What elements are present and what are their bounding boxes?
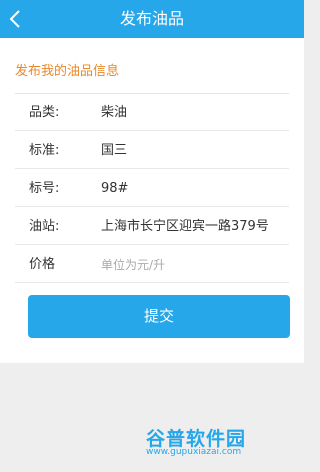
- section-title: 发布我的油品信息: [15, 64, 120, 79]
- grade-value[interactable]: 98#: [101, 170, 128, 207]
- category-value[interactable]: 柴油: [101, 94, 127, 131]
- watermark-logo: 谷普软件园 www.gupuxiazai.com: [146, 424, 296, 460]
- page-title: 发布油品: [119, 9, 184, 28]
- top-nav-bar: 发布油品: [0, 0, 304, 38]
- field-row-category[interactable]: 品类: 柴油: [15, 94, 289, 131]
- field-label: 标号:: [29, 181, 60, 196]
- field-row-price[interactable]: 价格: [15, 246, 289, 283]
- field-label: 标准:: [29, 143, 60, 158]
- form-panel: 发布我的油品信息 品类: 柴油 标准: 国三 标号: 98# 油站: 上海市长宁…: [0, 38, 304, 363]
- field-label: 价格: [29, 257, 56, 272]
- standard-value[interactable]: 国三: [101, 132, 127, 169]
- field-row-station[interactable]: 油站: 上海市长宁区迎宾一路379号: [15, 208, 289, 245]
- field-row-standard[interactable]: 标准: 国三: [15, 132, 289, 169]
- field-label: 品类:: [29, 105, 60, 120]
- submit-button[interactable]: 提交: [28, 295, 290, 338]
- field-row-grade[interactable]: 标号: 98#: [15, 170, 289, 207]
- price-input[interactable]: [101, 254, 281, 276]
- watermark-url: www.gupuxiazai.com: [146, 447, 242, 457]
- field-label: 油站:: [29, 219, 60, 234]
- station-value[interactable]: 上海市长宁区迎宾一路379号: [101, 208, 269, 245]
